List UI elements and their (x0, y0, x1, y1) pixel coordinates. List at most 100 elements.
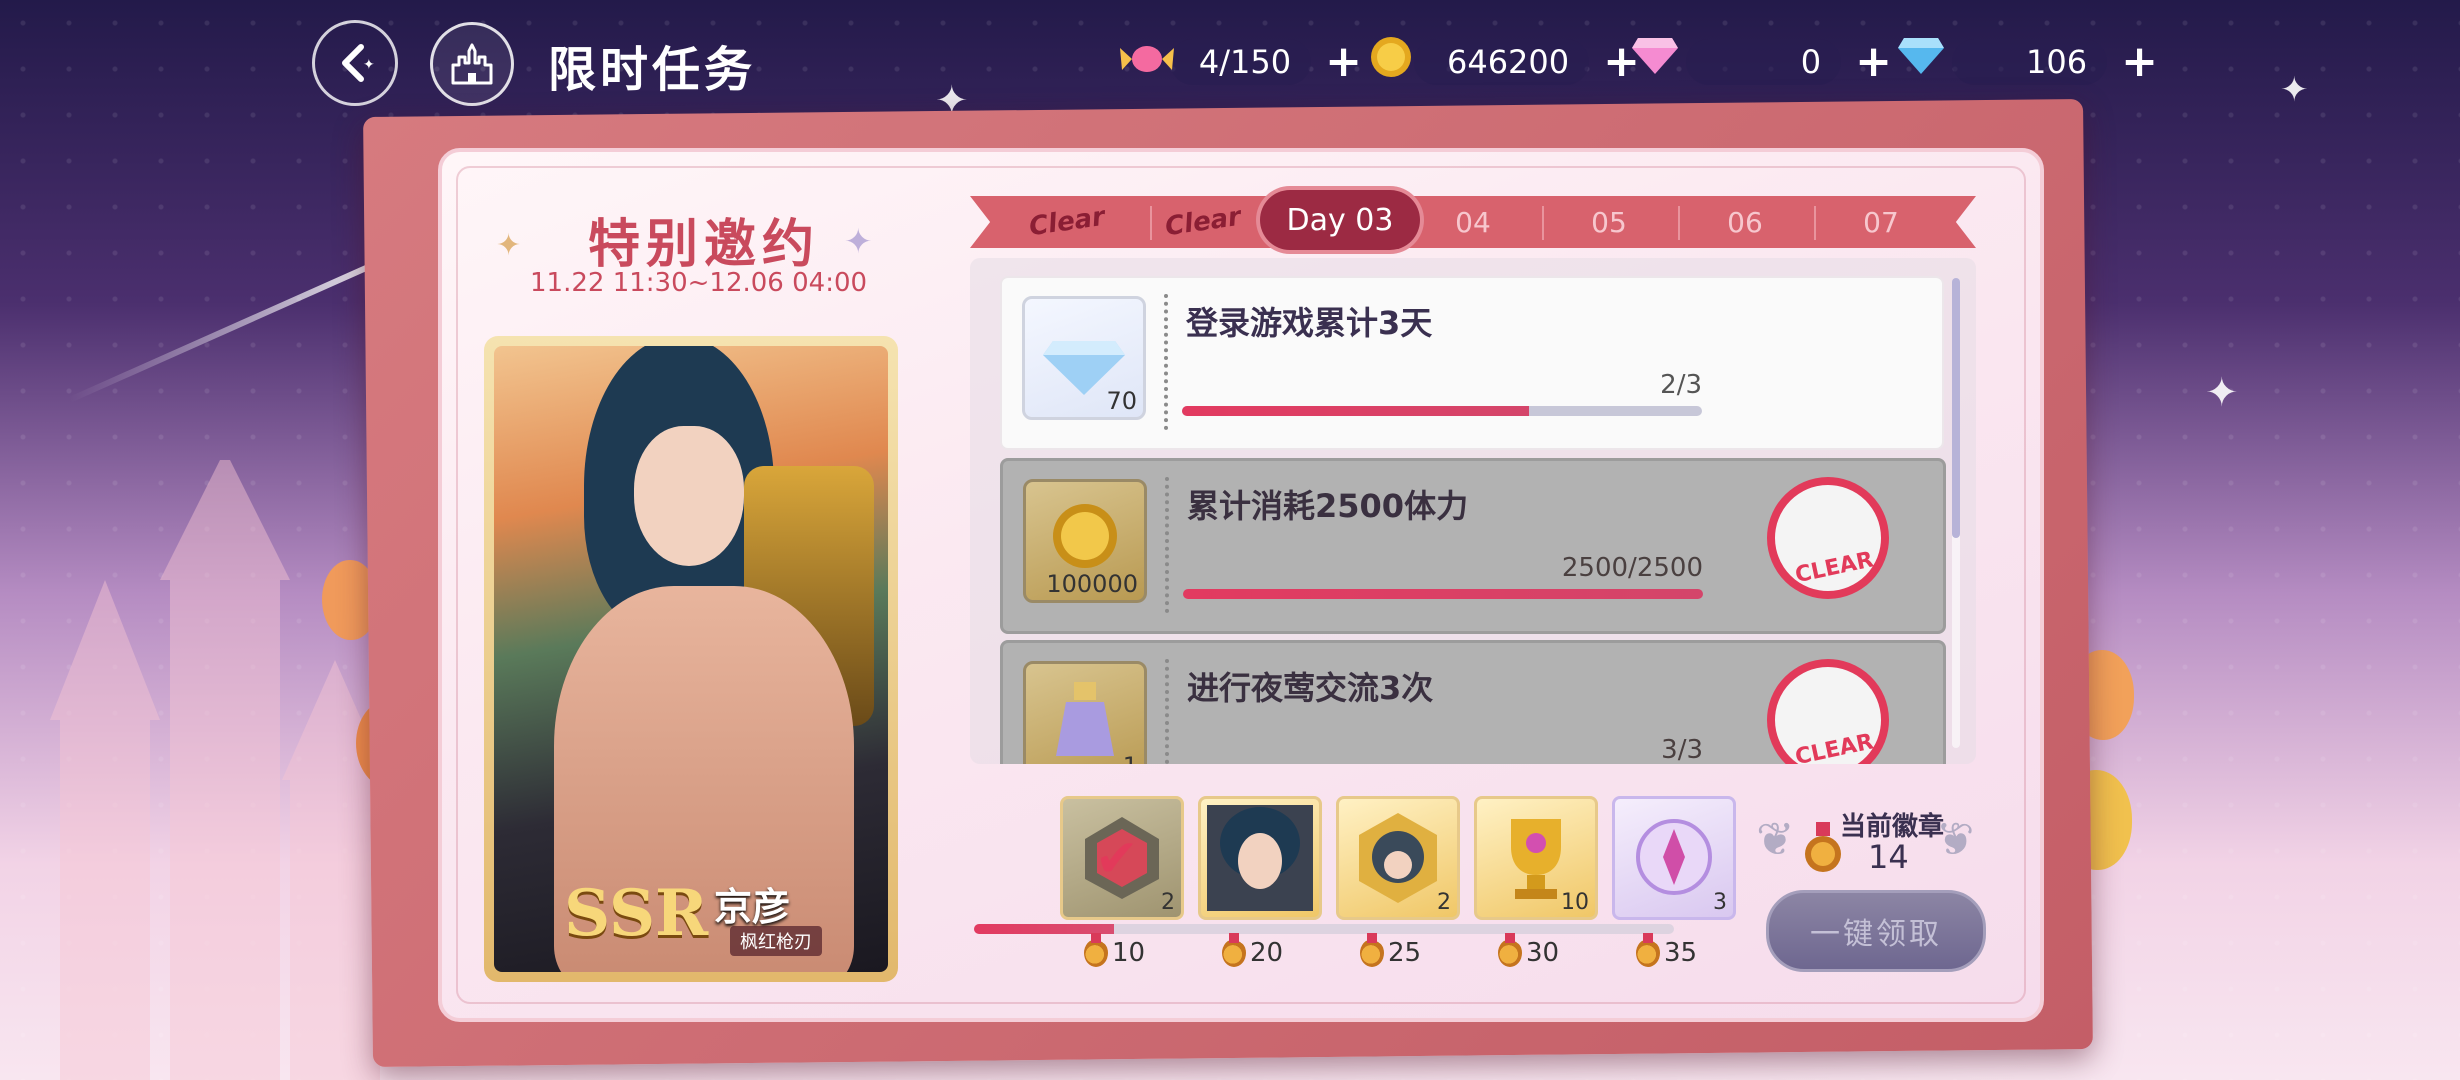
task-item[interactable]: 70 登录游戏累计3天 2/3 (1000, 276, 1944, 450)
back-arrow-icon: ✦ (342, 44, 375, 82)
day-tab-7[interactable]: 07 (1826, 196, 1936, 248)
threshold-value: 35 (1664, 938, 1698, 968)
task-name: 进行夜莺交流3次 (1187, 669, 1434, 707)
task-progress-bar (1183, 589, 1703, 599)
add-pink-diamond-button[interactable]: + (1855, 40, 1892, 84)
task-reward[interactable]: 1 (1023, 661, 1147, 764)
milestone-threshold: 10 (1084, 933, 1146, 968)
day-tab-3[interactable]: Day 03 (1260, 190, 1420, 250)
pink-diamond-icon (1632, 38, 1678, 74)
card-title: 枫红枪刃 (730, 926, 822, 956)
task-progress-fill (1183, 589, 1703, 599)
add-blue-diamond-button[interactable]: + (2121, 40, 2158, 84)
svg-text:✦: ✦ (363, 57, 375, 73)
blue-diamond-icon (1898, 38, 1944, 74)
milestone-reward-4[interactable]: 10 (1474, 796, 1598, 920)
pink-diamond-value: 0 (1686, 39, 1842, 85)
meteor-decoration (68, 263, 372, 403)
day-separator (1542, 206, 1544, 240)
card-artwork: SSR 京彦 枫红枪刃 (494, 346, 888, 972)
task-progress-text: 2500/2500 (1561, 553, 1703, 583)
reward-quantity: 2 (1437, 890, 1451, 915)
medal-icon (1084, 933, 1108, 967)
day-separator (1678, 206, 1680, 240)
gold-value: 646200 (1414, 39, 1590, 85)
task-reward[interactable]: 100000 (1023, 479, 1147, 603)
task-list[interactable]: 70 登录游戏累计3天 2/3 100000 累计消耗2500体力 2500/2… (970, 258, 1976, 764)
day-separator (1814, 206, 1816, 240)
milestone-reward-1[interactable]: ✔ 2 (1060, 796, 1184, 920)
sparkle-icon: ✦ (2205, 370, 2239, 416)
laurel-icon: ❦ (1936, 812, 1975, 866)
day-tab-5[interactable]: 05 (1554, 196, 1664, 248)
day-tab-4[interactable]: 04 (1418, 196, 1528, 248)
current-badge: ❦ 当前徽章 14 ❦ (1756, 796, 1976, 888)
reward-quantity: 100000 (1046, 570, 1138, 598)
card-rarity: SSR (564, 876, 709, 951)
milestone-threshold: 35 (1636, 933, 1698, 968)
claimed-check-icon: ✔ (1095, 829, 1139, 889)
task-progress-fill (1182, 406, 1529, 416)
task-name: 累计消耗2500体力 (1187, 487, 1469, 525)
task-item[interactable]: 1 进行夜莺交流3次 3/3 CLEAR (1000, 640, 1946, 764)
milestone-threshold: 20 (1222, 933, 1284, 968)
reward-quantity: 2 (1161, 890, 1175, 915)
resource-stamina: 4/150 + (1120, 36, 1362, 88)
sparkle-icon: ✦ (2280, 70, 2309, 110)
character-portrait-icon (1207, 805, 1313, 911)
threshold-value: 10 (1112, 938, 1146, 968)
medal-icon (1498, 933, 1522, 967)
reward-quantity: 3 (1713, 890, 1727, 915)
character-face (634, 426, 744, 566)
add-stamina-button[interactable]: + (1325, 40, 1362, 84)
page-title: 限时任务 (548, 42, 757, 98)
blue-diamond-value: 106 (1952, 39, 2108, 85)
medal-icon (1636, 933, 1660, 967)
medal-icon (1360, 933, 1384, 967)
task-scrollbar[interactable] (1952, 278, 1960, 748)
milestone-reward-3[interactable]: 2 (1336, 796, 1460, 920)
milestone-progress-bar (974, 924, 1674, 934)
milestone-reward-5[interactable]: 3 (1612, 796, 1736, 920)
milestone-reward-2[interactable] (1198, 796, 1322, 920)
event-date-range: 11.22 11:30~12.06 04:00 (530, 268, 868, 298)
featured-card[interactable]: SSR 京彦 枫红枪刃 (484, 336, 898, 982)
castle-silhouette (50, 460, 388, 1080)
milestone-threshold: 25 (1360, 933, 1422, 968)
laurel-icon: ❦ (1756, 812, 1795, 866)
milestone-threshold: 30 (1498, 933, 1559, 968)
divider (1165, 477, 1169, 613)
task-progress-text: 3/3 (1661, 735, 1703, 764)
task-progress-text: 2/3 (1660, 370, 1702, 400)
gold-coin-icon (1371, 37, 1411, 77)
event-title: 特别邀约 (588, 214, 821, 275)
task-reward[interactable]: 70 (1022, 296, 1146, 420)
claim-all-button[interactable]: 一键领取 (1766, 890, 1986, 972)
clear-stamp-icon: CLEAR (1755, 465, 1901, 611)
potion-icon (1056, 682, 1114, 756)
threshold-value: 20 (1250, 938, 1284, 968)
resource-pink-diamond: 0 + (1632, 36, 1892, 88)
badge-count: 14 (1868, 838, 1909, 876)
medal-icon (1222, 933, 1246, 967)
task-name: 登录游戏累计3天 (1186, 304, 1433, 342)
reward-quantity: 1 (1123, 752, 1138, 764)
divider (1164, 294, 1168, 430)
card-character-name: 京彦 (714, 884, 791, 929)
back-button[interactable]: ✦ (312, 20, 398, 106)
task-item[interactable]: 100000 累计消耗2500体力 2500/2500 CLEAR (1000, 458, 1946, 634)
resource-gold: 646200 + (1371, 36, 1640, 88)
reward-quantity: 70 (1106, 387, 1137, 415)
stamina-value: 4/150 (1170, 39, 1312, 85)
home-button[interactable] (430, 22, 514, 106)
task-progress-bar (1182, 406, 1702, 416)
scrollbar-thumb[interactable] (1952, 278, 1960, 538)
resource-blue-diamond: 106 + (1898, 36, 2158, 88)
clear-stamp-icon: CLEAR (1755, 647, 1901, 764)
reward-quantity: 10 (1561, 890, 1589, 915)
threshold-value: 25 (1388, 938, 1422, 968)
divider (1165, 659, 1169, 764)
day-tab-6[interactable]: 06 (1690, 196, 1800, 248)
sparkle-icon: ✦ (844, 222, 873, 262)
castle-icon (451, 43, 493, 85)
